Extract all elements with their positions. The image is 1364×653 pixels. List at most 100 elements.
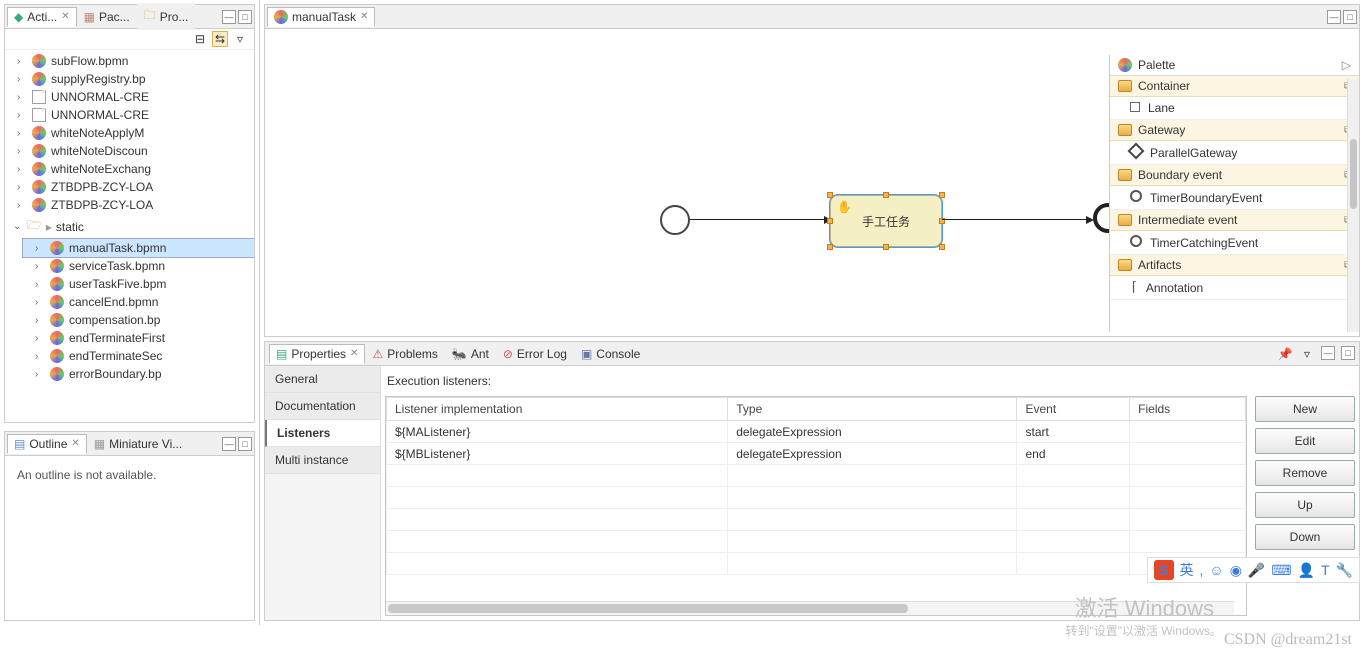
table-row[interactable]: ${MBListener}delegateExpressionend — [387, 443, 1246, 465]
miniature-icon: ▦ — [94, 437, 105, 451]
console-tab[interactable]: ▣Console — [574, 344, 647, 364]
bpmn-file-icon — [49, 295, 65, 309]
tree-folder-static[interactable]: ⌄ 🗁 ▸ static — [5, 214, 254, 239]
palette-header[interactable]: Palette ▷ — [1110, 55, 1359, 76]
props-side-tab-general[interactable]: General — [265, 366, 380, 393]
tree-file[interactable]: ›endTerminateFirst — [23, 329, 254, 347]
tree-file[interactable]: ›serviceTask.bpmn — [23, 257, 254, 275]
ime-user[interactable]: 👤 — [1298, 562, 1315, 579]
palette-category[interactable]: Artifacts⧉ — [1110, 255, 1359, 276]
palette-item[interactable]: TimerCatchingEvent — [1110, 231, 1359, 255]
close-icon[interactable]: ✕ — [71, 438, 79, 449]
up-button[interactable]: Up — [1255, 492, 1355, 518]
folder-icon — [1118, 214, 1132, 226]
props-side-tab-listeners[interactable]: Listeners — [265, 420, 380, 447]
problems-tab[interactable]: ⚠Problems — [365, 344, 444, 364]
ime-record[interactable]: ◉ — [1230, 562, 1242, 579]
tree-file[interactable]: ›manualTask.bpmn — [23, 239, 254, 257]
tree-file[interactable]: ›compensation.bp — [23, 311, 254, 329]
problems-icon: ⚠ — [372, 347, 383, 361]
tree-file[interactable]: ›ZTBDPB-ZCY-LOA — [5, 196, 254, 214]
ant-tab[interactable]: 🐜Ant — [445, 344, 496, 364]
explorer-tab-project[interactable]: 🗀 Pro... — [137, 3, 196, 30]
tree-file[interactable]: ›whiteNoteApplyM — [5, 124, 254, 142]
ime-t[interactable]: T — [1321, 562, 1330, 578]
palette-category[interactable]: Gateway⧉ — [1110, 120, 1359, 141]
column-header[interactable]: Fields — [1130, 398, 1246, 421]
maximize-view-button[interactable]: □ — [238, 10, 252, 24]
pin-view-icon[interactable]: 📌 — [1277, 346, 1293, 362]
palette-scrollbar[interactable] — [1347, 79, 1359, 332]
palette-category[interactable]: Container⧉ — [1110, 76, 1359, 97]
sequence-flow[interactable] — [690, 219, 830, 221]
new-button[interactable]: New — [1255, 396, 1355, 422]
properties-tab[interactable]: ▤ Properties ✕ — [269, 344, 365, 364]
minimize-view-button[interactable]: — — [222, 437, 236, 451]
miniature-tab[interactable]: ▦ Miniature Vi... — [87, 434, 190, 454]
explorer-tab-package[interactable]: ▦ Pac... — [77, 7, 137, 27]
listeners-table[interactable]: Listener implementationTypeEventFields $… — [385, 396, 1247, 616]
ime-mic[interactable]: 🎤 — [1248, 562, 1265, 579]
tree-file[interactable]: ›whiteNoteDiscoun — [5, 142, 254, 160]
maximize-view-button[interactable]: □ — [238, 437, 252, 451]
bpmn-start-event[interactable] — [660, 205, 690, 235]
palette-item[interactable]: ⌈Annotation — [1110, 276, 1359, 300]
ime-toolbar[interactable]: S 英 , ☺ ◉ 🎤 ⌨ 👤 T 🔧 — [1147, 557, 1361, 583]
palette-category[interactable]: Intermediate event⧉ — [1110, 210, 1359, 231]
tree-file[interactable]: ›UNNORMAL-CRE — [5, 88, 254, 106]
palette-category[interactable]: Boundary event⧉ — [1110, 165, 1359, 186]
errorlog-tab[interactable]: ⊘Error Log — [496, 344, 574, 364]
tree-file[interactable]: ›userTaskFive.bpm — [23, 275, 254, 293]
tree-file[interactable]: ›whiteNoteExchang — [5, 160, 254, 178]
table-row[interactable]: ${MAListener}delegateExpressionstart — [387, 421, 1246, 443]
minimize-view-button[interactable]: — — [1321, 346, 1335, 360]
bpmn-canvas[interactable]: ✋ 手工任务 Palette ▷ Container⧉Lane — [265, 29, 1359, 336]
tree-file[interactable]: ›supplyRegistry.bp — [5, 70, 254, 88]
down-button[interactable]: Down — [1255, 524, 1355, 550]
palette-item[interactable]: TimerBoundaryEvent — [1110, 186, 1359, 210]
outline-tab[interactable]: ▤ Outline ✕ — [7, 434, 87, 454]
editor-tab-manualtask[interactable]: manualTask ✕ — [267, 7, 375, 27]
view-menu-icon[interactable]: ▿ — [1299, 346, 1315, 362]
edit-button[interactable]: Edit — [1255, 428, 1355, 454]
ime-settings[interactable]: 🔧 — [1336, 562, 1353, 579]
column-header[interactable]: Type — [728, 398, 1017, 421]
explorer-tab-activiti[interactable]: ◆ Acti... ✕ — [7, 7, 77, 27]
column-header[interactable]: Listener implementation — [387, 398, 728, 421]
props-side-tab-multi-instance[interactable]: Multi instance — [265, 447, 380, 474]
tree-file[interactable]: ›endTerminateSec — [23, 347, 254, 365]
maximize-view-button[interactable]: □ — [1341, 346, 1355, 360]
tree-file[interactable]: ›UNNORMAL-CRE — [5, 106, 254, 124]
minimize-view-button[interactable]: — — [222, 10, 236, 24]
close-icon[interactable]: ✕ — [360, 11, 368, 22]
ime-emoji[interactable]: ☺ — [1209, 562, 1223, 578]
sogou-icon[interactable]: S — [1154, 560, 1174, 580]
horizontal-scrollbar[interactable] — [386, 601, 1234, 615]
remove-button[interactable]: Remove — [1255, 460, 1355, 486]
package-icon: ▦ — [84, 10, 95, 24]
tree-file[interactable]: ›cancelEnd.bpmn — [23, 293, 254, 311]
props-side-tab-documentation[interactable]: Documentation — [265, 393, 380, 420]
link-editor-icon[interactable]: ⇆ — [212, 31, 228, 47]
tree-file[interactable]: ›ZTBDPB-ZCY-LOA — [5, 178, 254, 196]
close-icon[interactable]: ✕ — [350, 348, 358, 359]
palette-item[interactable]: Lane — [1110, 97, 1359, 120]
tree-file[interactable]: ›errorBoundary.bp — [23, 365, 254, 383]
ime-keyboard[interactable]: ⌨ — [1271, 562, 1291, 579]
minimize-editor-button[interactable]: — — [1327, 10, 1341, 24]
file-icon — [31, 90, 47, 104]
ime-punct[interactable]: , — [1200, 562, 1204, 578]
close-icon[interactable]: ✕ — [61, 11, 69, 22]
project-tree[interactable]: ›subFlow.bpmn›supplyRegistry.bp›UNNORMAL… — [5, 50, 254, 422]
chevron-right-icon[interactable]: ▷ — [1342, 58, 1351, 72]
collapse-all-icon[interactable]: ⊟ — [192, 31, 208, 47]
tab-label: Properties — [291, 347, 346, 361]
sequence-flow[interactable] — [942, 219, 1092, 221]
bpmn-manual-task[interactable]: ✋ 手工任务 — [830, 195, 942, 247]
tree-file[interactable]: ›subFlow.bpmn — [5, 52, 254, 70]
ime-lang[interactable]: 英 — [1180, 560, 1194, 580]
maximize-editor-button[interactable]: □ — [1343, 10, 1357, 24]
column-header[interactable]: Event — [1017, 398, 1130, 421]
palette-item[interactable]: ParallelGateway — [1110, 141, 1359, 165]
view-menu-icon[interactable]: ▿ — [232, 31, 248, 47]
